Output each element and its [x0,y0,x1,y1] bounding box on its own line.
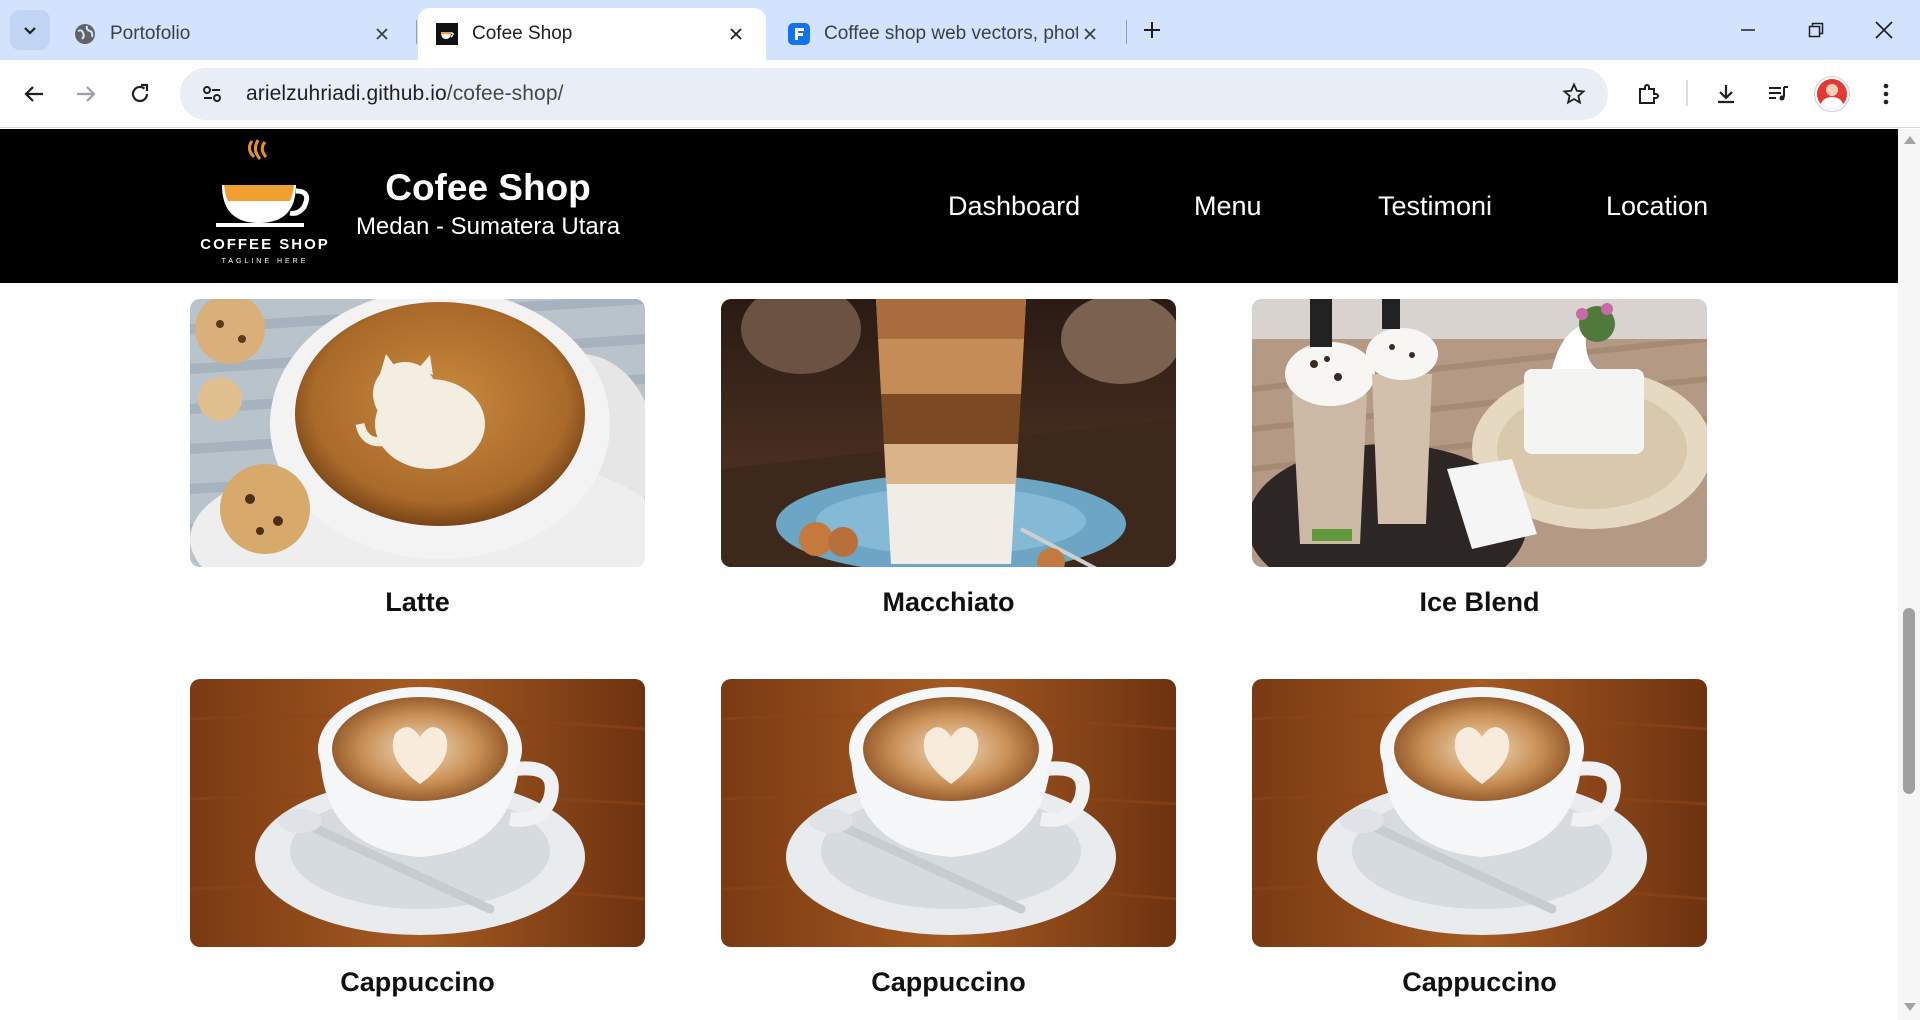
avatar [1815,77,1849,111]
tab-title: Cofee Shop [472,23,573,44]
close-icon[interactable] [1078,22,1102,46]
new-tab-button[interactable] [1136,12,1168,48]
browser-menu-button[interactable] [1866,74,1906,114]
scrollbar-thumb[interactable] [1903,608,1915,794]
tab-divider [416,20,417,44]
ice-blend-image [1252,299,1707,567]
scroll-up-arrow-icon[interactable] [1904,136,1916,144]
coffee-favicon-icon [436,23,458,45]
logo-text: COFFEE SHOP [200,236,330,253]
menu-item-title: Latte [385,587,450,617]
url-host: arielzuhriadi.github.io [246,82,447,105]
menu-item-title: Cappuccino [871,967,1026,997]
arrow-right-icon [77,86,96,102]
tab-title: Portofolio [110,23,191,44]
arrow-left-icon [24,86,43,102]
puzzle-icon [1639,84,1659,104]
menu-item-title: Ice Blend [1419,587,1540,617]
tab-divider [1126,20,1127,44]
scroll-down-arrow-icon[interactable] [1904,1003,1916,1011]
logo-tagline: TAGLINE HERE [222,258,309,265]
restore-icon [1808,22,1824,38]
toolbar-divider [1686,80,1688,106]
site-header: COFFEE SHOP TAGLINE HERE Cofee Shop Meda… [0,129,1898,283]
coffee-shop-logo[interactable]: COFFEE SHOP TAGLINE HERE [196,137,334,273]
menu-item-title: Cappuccino [340,967,495,997]
playlist-music-icon [1769,86,1788,101]
nav-dashboard[interactable]: Dashboard [948,191,1080,222]
reload-icon [131,83,149,103]
profile-button[interactable] [1812,74,1852,114]
cappuccino-image [1252,679,1707,947]
downloads-button[interactable] [1706,74,1746,114]
browser-toolbar: arielzuhriadi.github.io/cofee-shop/ [0,60,1920,128]
download-icon [1718,85,1734,104]
url-text[interactable]: arielzuhriadi.github.io/cofee-shop/ [246,82,564,106]
site-title: Cofee Shop [385,167,591,208]
plus-icon [1144,22,1160,38]
back-button[interactable] [14,74,54,114]
forward-button[interactable] [66,74,106,114]
reload-button[interactable] [120,74,160,114]
bookmark-star-icon[interactable] [1558,78,1590,110]
minimize-icon [1741,29,1755,31]
site-info-icon[interactable] [192,74,232,114]
media-control-button[interactable] [1758,74,1798,114]
nav-testimoni[interactable]: Testimoni [1378,191,1492,222]
tab-coffee-vectors[interactable]: Coffee shop web vectors, photo [770,8,1120,60]
tab-cofee-shop[interactable]: Cofee Shop [418,8,766,60]
more-vertical-icon [1883,83,1889,105]
menu-item-title: Cappuccino [1402,967,1557,997]
close-window-button[interactable] [1854,8,1914,52]
tab-strip: Portofolio Cofee Shop Coffee shop web ve… [0,0,1920,60]
address-bar[interactable]: arielzuhriadi.github.io/cofee-shop/ [180,68,1608,120]
nav-location[interactable]: Location [1606,191,1708,222]
close-icon [1875,21,1893,39]
globe-icon [74,23,96,45]
site-subtitle: Medan - Sumatera Utara [355,213,621,240]
cappuccino-image [190,679,645,947]
restore-button[interactable] [1786,8,1846,52]
close-icon[interactable] [370,22,394,46]
chevron-down-icon [24,27,36,35]
nav-menu[interactable]: Menu [1194,191,1262,222]
cappuccino-image [721,679,1176,947]
tab-title: Coffee shop web vectors, photo [824,23,1078,44]
minimize-button[interactable] [1718,8,1778,52]
tab-portofolio[interactable]: Portofolio [56,8,412,60]
url-path: /cofee-shop/ [446,82,564,105]
freepik-favicon-icon [788,23,810,45]
extensions-button[interactable] [1628,74,1668,114]
tab-search-button[interactable] [10,10,50,50]
vertical-scrollbar[interactable] [1898,129,1920,1020]
menu-item-title: Macchiato [882,587,1015,617]
close-icon[interactable] [724,22,748,46]
page-viewport: COFFEE SHOP TAGLINE HERE Cofee Shop Meda… [0,129,1898,1020]
latte-image [190,299,645,567]
macchiato-image [721,299,1176,567]
